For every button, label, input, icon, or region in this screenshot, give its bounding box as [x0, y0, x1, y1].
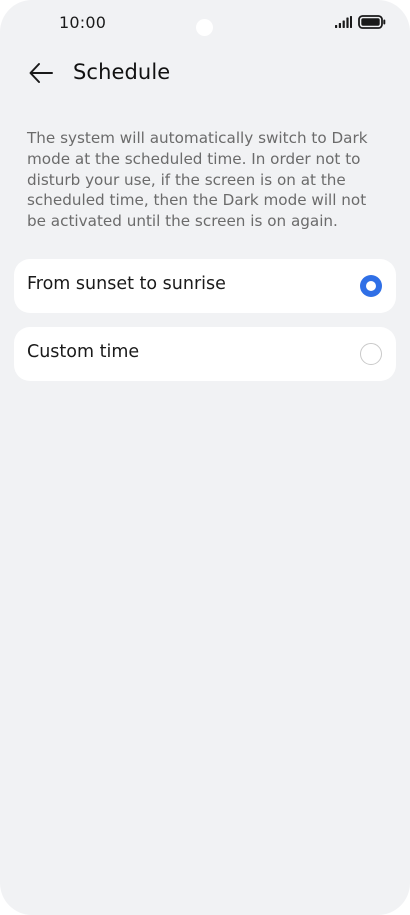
app-bar: Schedule	[0, 52, 410, 96]
phone-screen: 10:00 Schedule The system will automatic…	[0, 0, 410, 915]
option-label: From sunset to sunrise	[27, 274, 226, 294]
radio-button-selected[interactable]	[360, 275, 382, 297]
option-custom-time[interactable]: Custom time	[14, 327, 396, 381]
back-button[interactable]	[24, 58, 58, 88]
arrow-left-icon	[29, 63, 53, 83]
schedule-description: The system will automatically switch to …	[27, 129, 368, 231]
status-bar: 10:00	[0, 0, 410, 46]
status-icons	[335, 15, 386, 29]
front-camera	[196, 19, 213, 36]
radio-button-unselected[interactable]	[360, 343, 382, 365]
status-time: 10:00	[59, 13, 107, 32]
signal-icon	[335, 16, 352, 28]
option-label: Custom time	[27, 342, 140, 362]
option-sunset-to-sunrise[interactable]: From sunset to sunrise	[14, 259, 396, 313]
battery-icon	[358, 15, 386, 29]
page-title: Schedule	[73, 60, 171, 84]
